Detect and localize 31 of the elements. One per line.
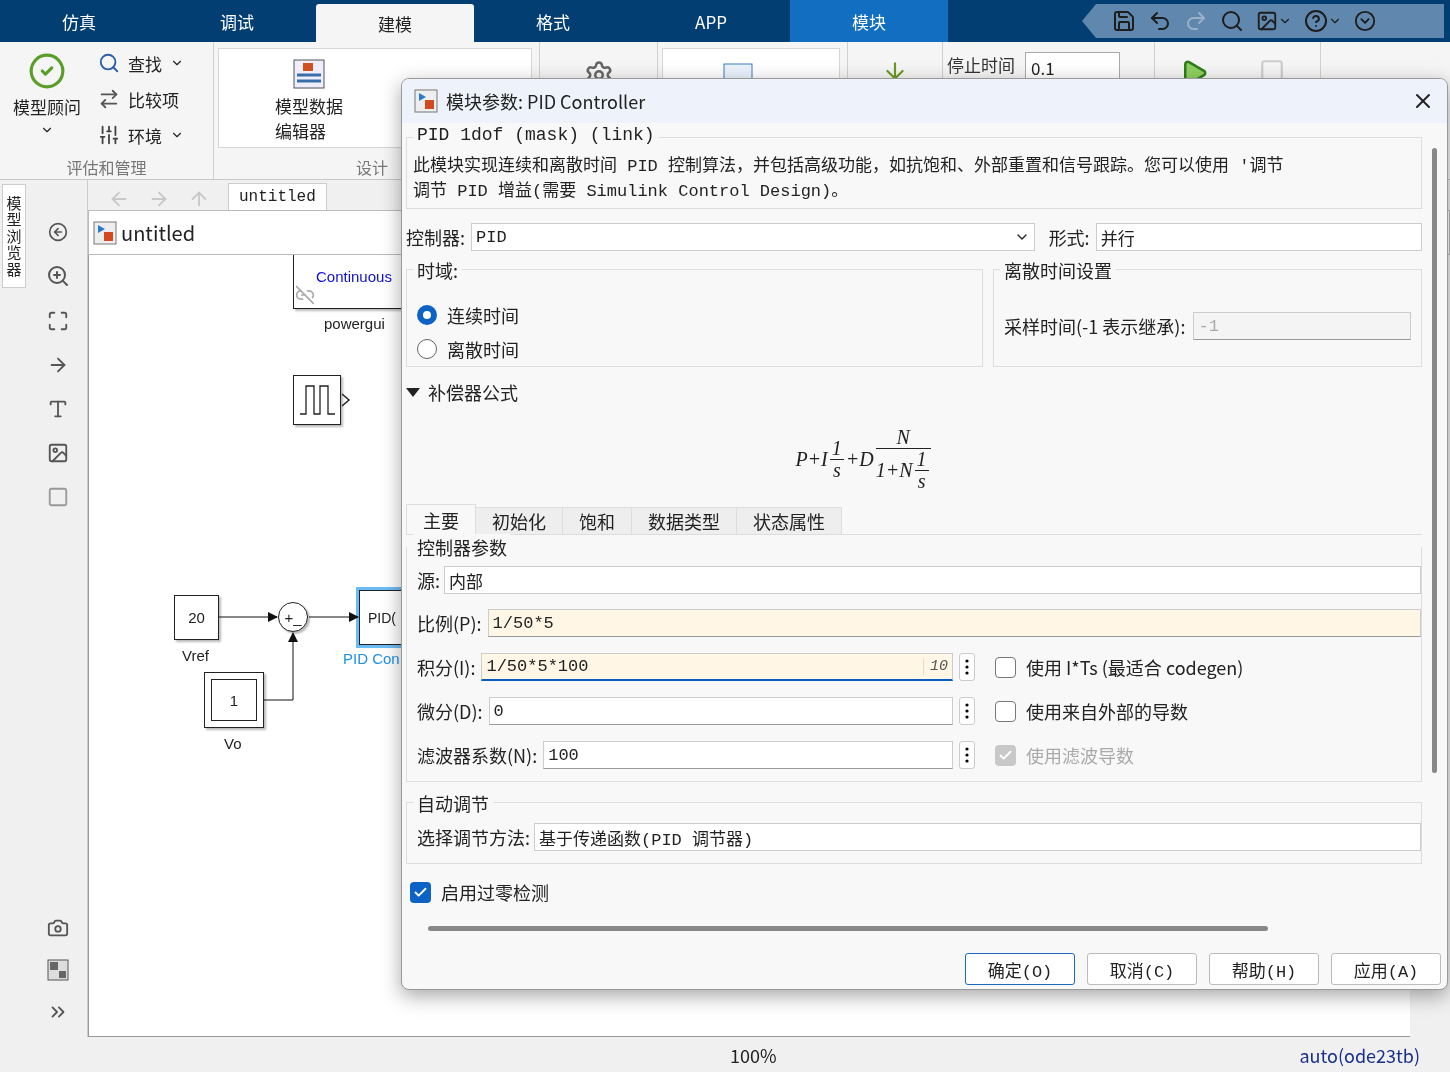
field-label: 选择调节方法: <box>417 824 530 850</box>
checkbox-label: 使用 I*Ts (最适合 codegen) <box>1026 654 1244 680</box>
dialog-title: 模块参数: PID Controller <box>446 88 646 114</box>
checkbox-label: 使用来自外部的导数 <box>1026 698 1188 724</box>
block-label: Vo <box>224 735 242 752</box>
group-label: 评估和管理 <box>66 155 147 179</box>
model-name: untitled <box>121 218 196 247</box>
description-text: 此模块实现连续和离散时间 PID 控制算法，并包括高级功能，如抗饱和、外部重置和信号跟踪。您可以使用 '调节 <box>413 155 1285 178</box>
block-label: powergui <box>324 315 385 332</box>
hint-text: 10 <box>923 658 948 675</box>
field-label: 形式: <box>1048 224 1090 250</box>
mask-title: PID 1dof (mask) (link) <box>413 125 659 145</box>
checkbox-label: 使用滤波导数 <box>1026 742 1134 768</box>
field-label: 滤波器系数(N): <box>417 742 538 768</box>
field-label: 控制器: <box>406 224 465 250</box>
block-text: Continuous <box>316 268 392 285</box>
field-label: 源: <box>417 567 440 593</box>
checkbox-label: 启用过零检测 <box>441 879 549 905</box>
field-label: 微分(D): <box>417 698 483 724</box>
group-label: 设计 <box>356 155 388 179</box>
section-title: 补偿器公式 <box>428 379 518 405</box>
stop-time-label: 停止时间 <box>947 52 1015 77</box>
zoom-level: 100% <box>730 1041 777 1068</box>
radio-label: 连续时间 <box>447 302 519 328</box>
field-label: 积分(I): <box>417 654 476 680</box>
block-label: Vref <box>182 647 209 664</box>
radio-label: 离散时间 <box>447 336 519 362</box>
block-label: PID Con <box>343 650 400 667</box>
description-text: 调节 PID 增益(需要 Simulink Control Design)。 <box>413 180 850 203</box>
field-label: 采样时间(-1 表示继承): <box>1004 313 1186 339</box>
group-title: 控制器参数 <box>413 534 511 560</box>
